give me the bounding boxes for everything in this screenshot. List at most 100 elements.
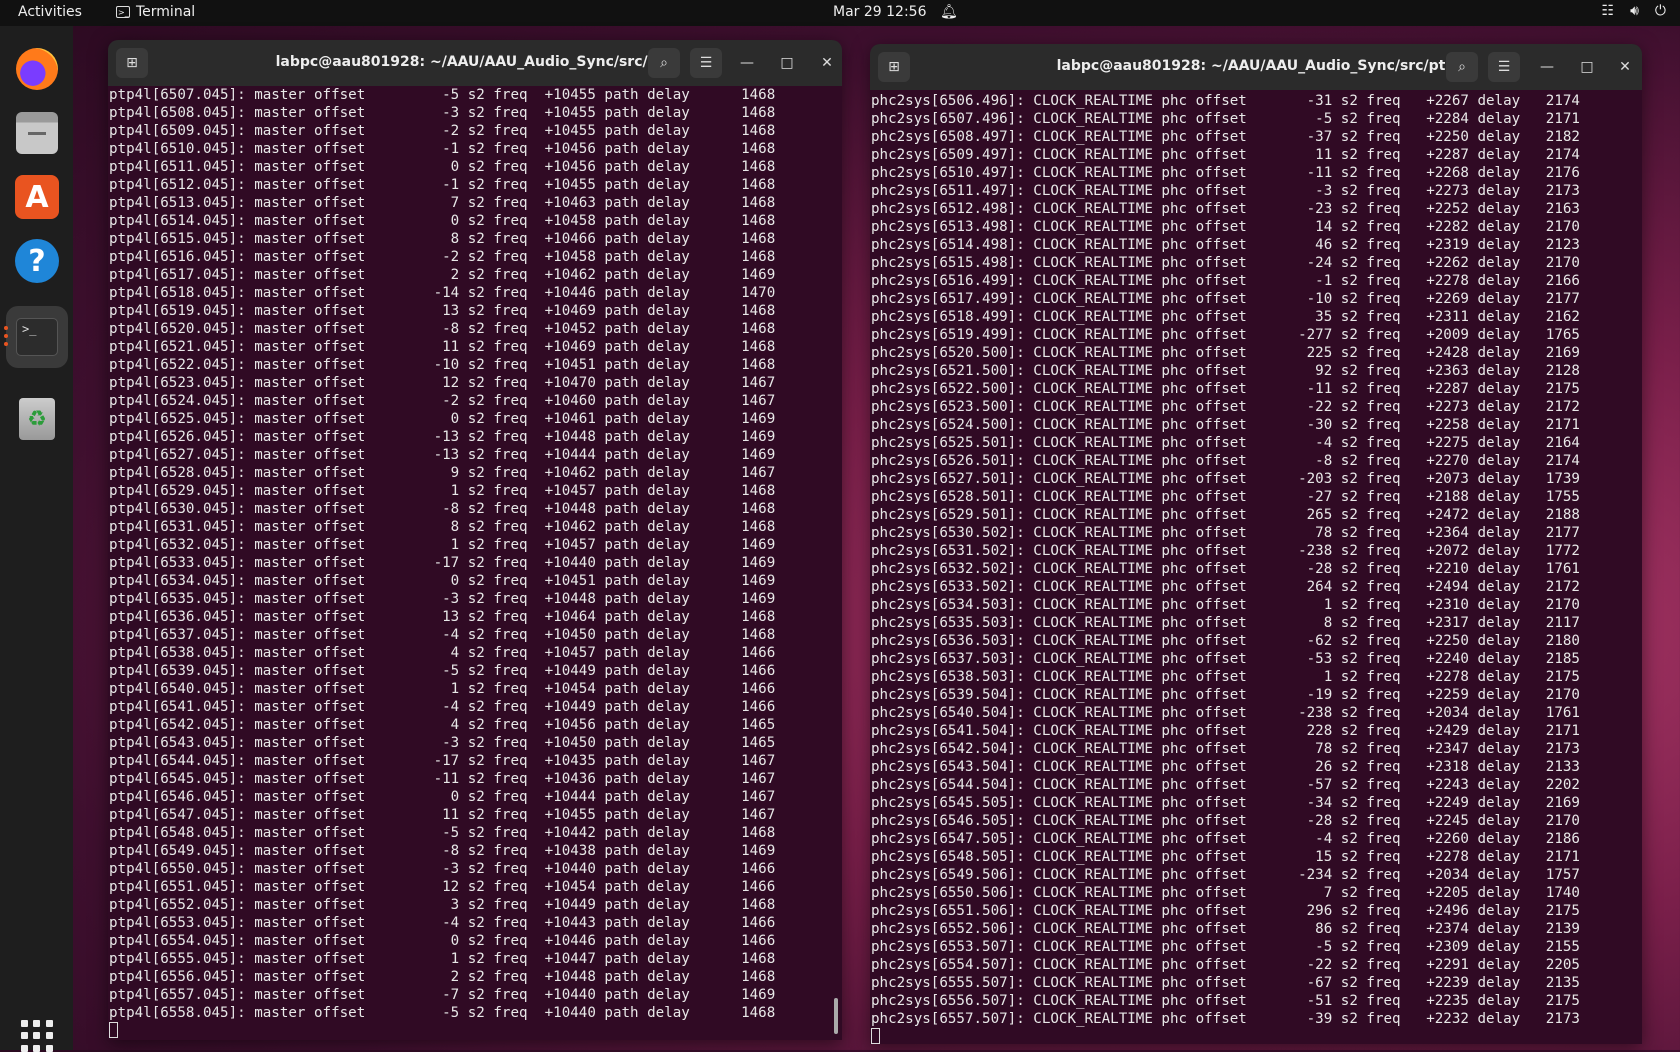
menu-button[interactable]: ☰ (1488, 52, 1520, 82)
log-line: ptp4l[6534.045]: master offset 0 s2 freq… (109, 573, 776, 589)
log-line: phc2sys[6524.500]: CLOCK_REALTIME phc of… (871, 417, 1580, 433)
app-menu[interactable]: >_ Terminal (116, 4, 195, 20)
scrollbar[interactable] (834, 998, 838, 1034)
terminal-icon: >_ (16, 318, 58, 356)
log-line: phc2sys[6523.500]: CLOCK_REALTIME phc of… (871, 399, 1580, 415)
log-line: phc2sys[6521.500]: CLOCK_REALTIME phc of… (871, 363, 1580, 379)
log-line: phc2sys[6544.504]: CLOCK_REALTIME phc of… (871, 777, 1580, 793)
log-line: phc2sys[6551.506]: CLOCK_REALTIME phc of… (871, 903, 1580, 919)
terminal-window-right[interactable]: ⊞ labpc@aau801928: ~/AAU/AAU_Audio_Sync/… (870, 44, 1642, 1044)
log-line: phc2sys[6513.498]: CLOCK_REALTIME phc of… (871, 219, 1580, 235)
close-button[interactable]: ✕ (818, 54, 836, 72)
log-line: ptp4l[6537.045]: master offset -4 s2 fre… (109, 627, 776, 643)
dock-trash[interactable]: ♻ (12, 394, 62, 444)
dock-files[interactable] (12, 108, 62, 158)
log-line: ptp4l[6525.045]: master offset 0 s2 freq… (109, 411, 776, 427)
dock-terminal[interactable]: >_ (6, 306, 68, 368)
minimize-button[interactable]: — (738, 54, 756, 72)
log-line: phc2sys[6528.501]: CLOCK_REALTIME phc of… (871, 489, 1580, 505)
log-line: phc2sys[6546.505]: CLOCK_REALTIME phc of… (871, 813, 1580, 829)
volume-icon: 🔊︎ (1630, 3, 1639, 19)
trash-icon: ♻ (19, 398, 55, 440)
dock-firefox[interactable] (12, 44, 62, 94)
log-line: ptp4l[6524.045]: master offset -2 s2 fre… (109, 393, 776, 409)
terminal-output[interactable]: ptp4l[6507.045]: master offset -5 s2 fre… (108, 86, 842, 1040)
log-line: ptp4l[6511.045]: master offset 0 s2 freq… (109, 159, 776, 175)
log-line: phc2sys[6507.496]: CLOCK_REALTIME phc of… (871, 111, 1580, 127)
app-store-icon: A (15, 175, 59, 219)
running-indicator (4, 342, 8, 346)
log-line: phc2sys[6542.504]: CLOCK_REALTIME phc of… (871, 741, 1580, 757)
terminal-cursor (109, 1022, 842, 1040)
log-line: phc2sys[6515.498]: CLOCK_REALTIME phc of… (871, 255, 1580, 271)
log-line: ptp4l[6552.045]: master offset 3 s2 freq… (109, 897, 776, 913)
log-line: ptp4l[6557.045]: master offset -7 s2 fre… (109, 987, 776, 1003)
log-line: ptp4l[6519.045]: master offset 13 s2 fre… (109, 303, 776, 319)
minimize-button[interactable]: — (1538, 58, 1556, 76)
clock[interactable]: Mar 29 12:56 (833, 4, 926, 20)
log-line: ptp4l[6532.045]: master offset 1 s2 freq… (109, 537, 776, 553)
log-line: phc2sys[6520.500]: CLOCK_REALTIME phc of… (871, 345, 1580, 361)
log-line: ptp4l[6543.045]: master offset -3 s2 fre… (109, 735, 776, 751)
log-line: phc2sys[6526.501]: CLOCK_REALTIME phc of… (871, 453, 1580, 469)
log-line: phc2sys[6511.497]: CLOCK_REALTIME phc of… (871, 183, 1580, 199)
log-line: phc2sys[6508.497]: CLOCK_REALTIME phc of… (871, 129, 1580, 145)
activities-button[interactable]: Activities (18, 4, 82, 20)
log-line: phc2sys[6518.499]: CLOCK_REALTIME phc of… (871, 309, 1580, 325)
log-line: ptp4l[6555.045]: master offset 1 s2 freq… (109, 951, 776, 967)
help-icon: ? (15, 239, 59, 283)
log-line: phc2sys[6554.507]: CLOCK_REALTIME phc of… (871, 957, 1580, 973)
log-line: phc2sys[6556.507]: CLOCK_REALTIME phc of… (871, 993, 1580, 1009)
menu-button[interactable]: ☰ (690, 48, 722, 78)
log-line: phc2sys[6534.503]: CLOCK_REALTIME phc of… (871, 597, 1580, 613)
log-line: phc2sys[6552.506]: CLOCK_REALTIME phc of… (871, 921, 1580, 937)
log-line: ptp4l[6538.045]: master offset 4 s2 freq… (109, 645, 776, 661)
window-title: labpc@aau801928: ~/AAU/AAU_Audio_Sync/sr… (1056, 58, 1456, 74)
log-line: phc2sys[6522.500]: CLOCK_REALTIME phc of… (871, 381, 1580, 397)
terminal-small-icon: >_ (116, 6, 130, 18)
log-line: ptp4l[6558.045]: master offset -5 s2 fre… (109, 1005, 776, 1021)
log-line: phc2sys[6537.503]: CLOCK_REALTIME phc of… (871, 651, 1580, 667)
search-button[interactable]: ⌕ (648, 48, 680, 78)
window-titlebar[interactable]: ⊞ labpc@aau801928: ~/AAU/AAU_Audio_Sync/… (108, 40, 842, 86)
log-line: ptp4l[6554.045]: master offset 0 s2 freq… (109, 933, 776, 949)
log-line: ptp4l[6556.045]: master offset 2 s2 freq… (109, 969, 776, 985)
log-line: ptp4l[6541.045]: master offset -4 s2 fre… (109, 699, 776, 715)
show-apps-icon[interactable] (21, 1020, 53, 1052)
terminal-output[interactable]: phc2sys[6506.496]: CLOCK_REALTIME phc of… (870, 92, 1642, 1044)
log-line: ptp4l[6540.045]: master offset 1 s2 freq… (109, 681, 776, 697)
window-titlebar[interactable]: ⊞ labpc@aau801928: ~/AAU/AAU_Audio_Sync/… (870, 44, 1642, 90)
log-line: ptp4l[6508.045]: master offset -3 s2 fre… (109, 105, 776, 121)
terminal-window-left[interactable]: ⊞ labpc@aau801928: ~/AAU/AAU_Audio_Sync/… (108, 40, 842, 1040)
window-title: labpc@aau801928: ~/AAU/AAU_Audio_Sync/sr… (275, 54, 675, 70)
log-line: ptp4l[6550.045]: master offset -3 s2 fre… (109, 861, 776, 877)
log-line: ptp4l[6507.045]: master offset -5 s2 fre… (109, 87, 776, 103)
log-line: ptp4l[6514.045]: master offset 0 s2 freq… (109, 213, 776, 229)
maximize-button[interactable]: □ (778, 54, 796, 72)
log-line: ptp4l[6516.045]: master offset -2 s2 fre… (109, 249, 776, 265)
log-line: phc2sys[6532.502]: CLOCK_REALTIME phc of… (871, 561, 1580, 577)
log-line: ptp4l[6545.045]: master offset -11 s2 fr… (109, 771, 776, 787)
app-name: Terminal (136, 4, 196, 20)
log-line: phc2sys[6535.503]: CLOCK_REALTIME phc of… (871, 615, 1580, 631)
log-line: ptp4l[6531.045]: master offset 8 s2 freq… (109, 519, 776, 535)
dock-app-store[interactable]: A (12, 172, 62, 222)
maximize-button[interactable]: □ (1578, 58, 1596, 76)
log-line: phc2sys[6548.505]: CLOCK_REALTIME phc of… (871, 849, 1580, 865)
log-line: ptp4l[6548.045]: master offset -5 s2 fre… (109, 825, 776, 841)
log-line: ptp4l[6533.045]: master offset -17 s2 fr… (109, 555, 776, 571)
log-line: phc2sys[6530.502]: CLOCK_REALTIME phc of… (871, 525, 1580, 541)
search-button[interactable]: ⌕ (1446, 52, 1478, 82)
dock-help[interactable]: ? (12, 236, 62, 286)
log-line: ptp4l[6539.045]: master offset -5 s2 fre… (109, 663, 776, 679)
log-line: ptp4l[6542.045]: master offset 4 s2 freq… (109, 717, 776, 733)
log-line: phc2sys[6509.497]: CLOCK_REALTIME phc of… (871, 147, 1580, 163)
running-indicator (4, 334, 8, 338)
log-line: phc2sys[6514.498]: CLOCK_REALTIME phc of… (871, 237, 1580, 253)
log-line: phc2sys[6550.506]: CLOCK_REALTIME phc of… (871, 885, 1580, 901)
close-button[interactable]: ✕ (1616, 58, 1634, 76)
top-bar: Activities >_ Terminal Mar 29 12:56 🔔︎ ☷… (0, 0, 1680, 26)
log-line: phc2sys[6557.507]: CLOCK_REALTIME phc of… (871, 1011, 1580, 1027)
system-menu[interactable]: ☷ 🔊︎ ⏻ (1602, 3, 1666, 19)
log-line: ptp4l[6510.045]: master offset -1 s2 fre… (109, 141, 776, 157)
